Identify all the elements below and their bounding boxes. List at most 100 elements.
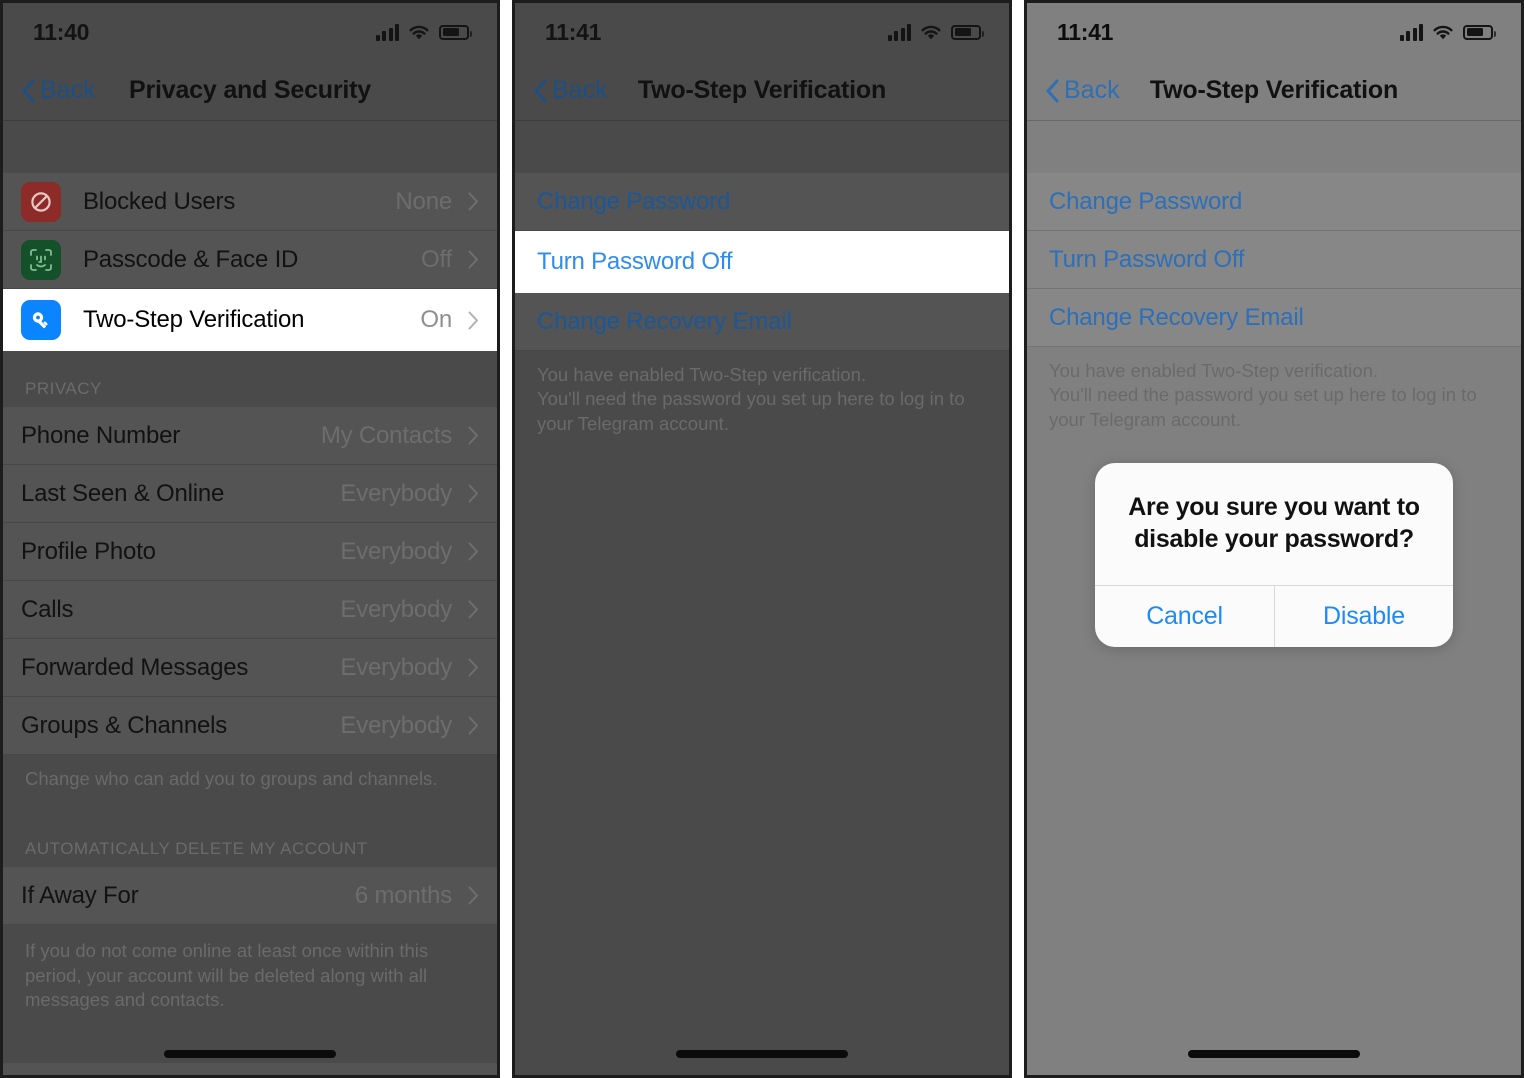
row-profile-photo[interactable]: Profile Photo Everybody <box>3 523 497 581</box>
row-last-seen-online[interactable]: Last Seen & Online Everybody <box>3 465 497 523</box>
row-value: My Contacts <box>320 421 452 449</box>
chevron-right-icon <box>468 192 478 211</box>
phone-panel-disable-password-confirm: 11:41 Back Two-Step Verification Change … <box>1024 0 1524 1078</box>
chevron-left-icon <box>534 79 547 102</box>
back-button-label: Back <box>552 76 608 104</box>
dialog-title: Are you sure you want to disable your pa… <box>1128 493 1420 553</box>
screen-privacy-and-security: 11:40 Back Privacy and Security Blocked … <box>3 3 497 1075</box>
status-icons <box>1399 24 1496 41</box>
dialog-actions: Cancel Disable <box>1095 585 1453 647</box>
link-change-password[interactable]: Change Password <box>1027 173 1521 231</box>
back-button-label: Back <box>40 76 96 104</box>
disable-password-dialog: Are you sure you want to disable your pa… <box>1095 463 1453 647</box>
link-change-password[interactable]: Change Password <box>515 173 1009 231</box>
chevron-right-icon <box>468 600 478 619</box>
battery-icon <box>1463 24 1496 40</box>
row-value: Everybody <box>340 711 452 739</box>
link-turn-password-off[interactable]: Turn Password Off <box>515 231 1009 293</box>
row-data-settings[interactable]: Data Settings <box>3 1063 497 1075</box>
wifi-icon <box>920 24 942 41</box>
cellular-signal-icon <box>887 24 911 41</box>
two-step-actions-group: Change Password Turn Password Off Change… <box>1027 173 1521 347</box>
link-change-recovery-email[interactable]: Change Recovery Email <box>1027 289 1521 347</box>
home-indicator[interactable] <box>676 1050 848 1058</box>
two-step-actions-group: Change Password Turn Password Off Change… <box>515 173 1009 351</box>
phone-panel-two-step-verification: 11:41 Back Two-Step Verification Change … <box>512 0 1012 1078</box>
chevron-right-icon <box>468 426 478 445</box>
row-label: Last Seen & Online <box>21 479 225 507</box>
row-label: Phone Number <box>21 421 181 449</box>
status-clock: 11:41 <box>545 18 602 45</box>
chevron-left-icon <box>1046 79 1059 102</box>
back-button[interactable]: Back <box>21 76 96 105</box>
row-value: On <box>420 306 452 333</box>
back-button[interactable]: Back <box>533 76 608 105</box>
section-header-privacy: PRIVACY <box>25 379 102 398</box>
row-value: None <box>395 187 452 215</box>
status-icons <box>375 24 472 41</box>
row-label: Profile Photo <box>21 537 156 565</box>
three-panel-screenshot: 11:40 Back Privacy and Security Blocked … <box>0 0 1524 1078</box>
home-indicator[interactable] <box>1188 1050 1360 1058</box>
status-bar: 11:41 <box>515 3 1009 61</box>
cellular-signal-icon <box>1399 24 1423 41</box>
chevron-right-icon <box>468 311 478 329</box>
status-clock: 11:40 <box>33 18 90 45</box>
row-value: Off <box>421 245 452 273</box>
row-label: Blocked Users <box>83 187 236 215</box>
nav-bar: Back Two-Step Verification <box>1027 61 1521 121</box>
status-clock: 11:41 <box>1057 18 1114 45</box>
footnote-privacy: Change who can add you to groups and cha… <box>25 768 438 789</box>
disable-button[interactable]: Disable <box>1274 586 1453 647</box>
row-label: Two-Step Verification <box>83 306 305 333</box>
chevron-right-icon <box>468 716 478 735</box>
link-turn-password-off[interactable]: Turn Password Off <box>1027 231 1521 289</box>
row-forwarded-messages[interactable]: Forwarded Messages Everybody <box>3 639 497 697</box>
link-change-recovery-email[interactable]: Change Recovery Email <box>515 293 1009 351</box>
section-header-auto-delete: AUTOMATICALLY DELETE MY ACCOUNT <box>25 839 368 859</box>
chevron-right-icon <box>468 250 478 269</box>
security-group: Blocked Users None Passcode & Face ID Of… <box>3 173 497 351</box>
nav-bar: Back Two-Step Verification <box>515 61 1009 121</box>
row-value: Everybody <box>340 479 452 507</box>
chevron-right-icon <box>468 886 478 905</box>
chevron-left-icon <box>22 79 35 102</box>
privacy-group: Phone Number My Contacts Last Seen & Onl… <box>3 407 497 755</box>
row-label: If Away For <box>21 881 139 909</box>
row-if-away-for[interactable]: If Away For 6 months <box>3 867 497 926</box>
chevron-right-icon <box>468 658 478 677</box>
row-value: Everybody <box>340 537 452 565</box>
phone-panel-privacy-and-security: 11:40 Back Privacy and Security Blocked … <box>0 0 500 1078</box>
row-label: Calls <box>21 595 74 623</box>
battery-icon <box>951 24 984 40</box>
row-groups-channels[interactable]: Groups & Channels Everybody <box>3 697 497 755</box>
nav-bar: Back Privacy and Security <box>3 61 497 121</box>
row-value: Everybody <box>340 653 452 681</box>
row-label: Groups & Channels <box>21 711 228 739</box>
footnote-auto-delete: If you do not come online at least once … <box>25 940 429 1011</box>
key-icon <box>21 300 61 340</box>
status-icons <box>887 24 984 41</box>
screen-two-step-verification-confirm: 11:41 Back Two-Step Verification Change … <box>1027 3 1521 1075</box>
list-top-spacer <box>1027 121 1521 173</box>
status-bar: 11:41 <box>1027 3 1521 61</box>
row-label: Passcode & Face ID <box>83 245 299 273</box>
status-bar: 11:40 <box>3 3 497 61</box>
row-calls[interactable]: Calls Everybody <box>3 581 497 639</box>
row-passcode-face-id[interactable]: Passcode & Face ID Off <box>3 231 497 289</box>
row-two-step-verification[interactable]: Two-Step Verification On <box>3 289 497 351</box>
screen-two-step-verification: 11:41 Back Two-Step Verification Change … <box>515 3 1009 1075</box>
chevron-right-icon <box>468 484 478 503</box>
home-indicator[interactable] <box>164 1050 336 1058</box>
cancel-button[interactable]: Cancel <box>1095 586 1274 647</box>
row-label: Forwarded Messages <box>21 653 249 681</box>
chevron-right-icon <box>468 542 478 561</box>
row-phone-number[interactable]: Phone Number My Contacts <box>3 407 497 465</box>
face-id-icon <box>21 239 61 280</box>
row-blocked-users[interactable]: Blocked Users None <box>3 173 497 231</box>
auto-delete-group: If Away For 6 months <box>3 867 497 926</box>
footnote-two-step: You have enabled Two-Step verification. … <box>1049 360 1477 430</box>
dialog-body: Are you sure you want to disable your pa… <box>1095 463 1453 585</box>
wifi-icon <box>1432 24 1454 41</box>
back-button[interactable]: Back <box>1045 76 1120 105</box>
